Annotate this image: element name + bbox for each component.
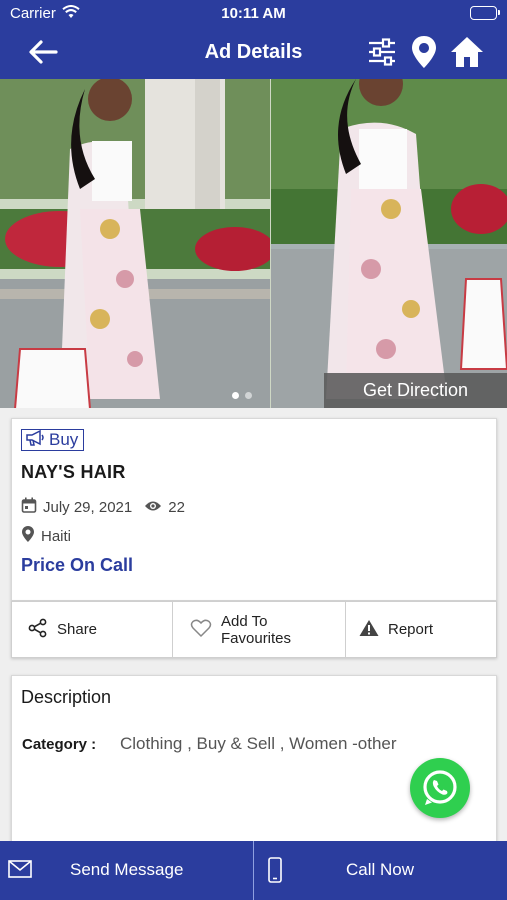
whatsapp-icon <box>410 770 470 822</box>
image-gallery[interactable]: Get Direction <box>0 79 507 408</box>
call-now-button[interactable]: Call Now <box>253 841 506 900</box>
description-heading: Description <box>21 687 112 707</box>
pagination-dot[interactable] <box>245 392 252 399</box>
send-message-label: Send Message <box>70 860 184 879</box>
ad-date: July 29, 2021 <box>43 498 133 516</box>
mail-icon <box>8 860 32 883</box>
add-to-favourites-button[interactable]: Add To Favourites <box>173 602 346 657</box>
ad-actions-bar: Share Add To Favourites Report <box>11 601 497 658</box>
send-message-button[interactable]: Send Message <box>0 841 253 900</box>
status-bar: Carrier 10:11 AM <box>0 0 507 28</box>
category-label: Category : <box>22 736 97 753</box>
ad-title: NAY'S HAIR <box>21 462 126 482</box>
whatsapp-button[interactable] <box>410 758 470 818</box>
ad-meta-row: July 29, 2021 22 <box>21 497 185 517</box>
ad-photo-1 <box>0 79 270 408</box>
home-icon[interactable] <box>449 34 485 70</box>
call-now-label: Call Now <box>346 860 415 879</box>
app-header: Carrier 10:11 AM Ad Details <box>0 0 507 79</box>
heart-icon <box>190 618 221 642</box>
ad-photo-2 <box>271 79 507 408</box>
ad-price: Price On Call <box>21 555 134 575</box>
report-label: Report <box>388 621 434 638</box>
pagination-dot[interactable] <box>232 392 239 399</box>
share-icon <box>28 618 57 642</box>
bottom-action-bar: Send Message Call Now <box>0 841 507 900</box>
favourites-label: Add To Favourites <box>221 612 292 647</box>
report-button[interactable]: Report <box>346 602 496 657</box>
warning-icon <box>359 619 388 641</box>
ad-location-row: Haiti <box>21 525 71 547</box>
ad-type-label: Buy <box>49 430 79 449</box>
ad-location: Haiti <box>41 527 72 545</box>
navigation-bar: Ad Details <box>0 30 507 76</box>
get-direction-button[interactable]: Get Direction <box>324 373 507 408</box>
phone-icon <box>268 857 282 888</box>
ad-info-card: Buy NAY'S HAIR July 29, 2021 22 Haiti Pr… <box>11 418 497 601</box>
filter-sliders-icon[interactable] <box>364 34 400 70</box>
map-pin-icon[interactable] <box>406 34 442 70</box>
category-value: Clothing , Buy & Sell , Women -other <box>120 734 397 753</box>
calendar-icon <box>21 497 37 517</box>
megaphone-icon <box>25 429 45 451</box>
gallery-pagination <box>232 386 272 399</box>
ad-type-badge: Buy <box>21 429 85 451</box>
share-label: Share <box>57 621 98 638</box>
battery-icon <box>470 6 500 20</box>
location-icon <box>21 525 35 547</box>
clock: 10:11 AM <box>221 5 286 22</box>
eye-icon <box>144 499 162 516</box>
view-count: 22 <box>168 498 185 516</box>
share-button[interactable]: Share <box>12 602 173 657</box>
